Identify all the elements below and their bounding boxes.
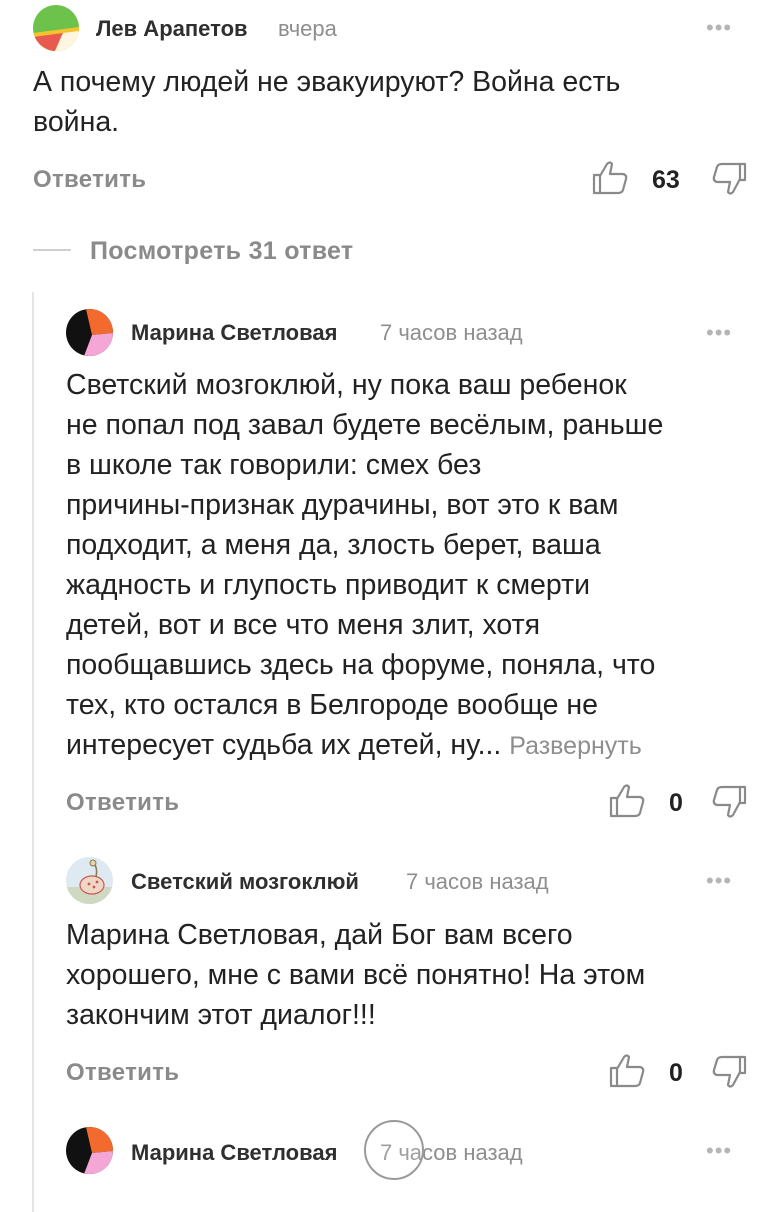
comment-time: 7 часов назад <box>380 320 523 345</box>
more-options-icon[interactable]: ••• <box>706 868 732 894</box>
comment-line-text: интересует судьба их детей, ну... <box>66 729 502 761</box>
comment-line: пообщавшись здесь на форуме, поняла, что <box>66 649 656 681</box>
author-name[interactable]: Светский мозгоклюй <box>131 869 359 895</box>
comment-text: А почему людей не эвакуируют? Война есть… <box>33 62 620 142</box>
avatar-marina-icon <box>66 1127 113 1174</box>
avatar-lev-icon <box>33 5 79 51</box>
thumbs-down-icon[interactable] <box>712 785 748 821</box>
thread-line <box>32 292 34 1212</box>
author-name[interactable]: Марина Светловая <box>131 320 337 346</box>
avatar[interactable] <box>33 5 79 51</box>
avatar[interactable] <box>66 1127 113 1174</box>
more-options-icon[interactable]: ••• <box>706 1138 732 1164</box>
comment-line: детей, вот и все что меня злит, хотя <box>66 609 541 641</box>
divider <box>33 249 71 251</box>
more-options-icon[interactable]: ••• <box>706 15 732 41</box>
author-name[interactable]: Марина Светловая <box>131 1140 337 1166</box>
comment-line: война. <box>33 106 120 138</box>
comment-time: 7 часов назад <box>406 869 549 894</box>
reply-button[interactable]: Ответить <box>33 166 146 194</box>
reply-button[interactable]: Ответить <box>66 1059 179 1087</box>
more-options-icon[interactable]: ••• <box>706 320 732 346</box>
author-name[interactable]: Лев Арапетов <box>96 16 248 42</box>
comment-text: Светский мозгоклюй, ну пока ваш ребенок … <box>66 365 663 766</box>
likes-count: 0 <box>669 789 683 817</box>
thumbs-down-icon[interactable] <box>712 1055 748 1091</box>
view-replies-link[interactable]: Посмотреть 31 ответ <box>90 237 353 266</box>
thumbs-up-icon[interactable] <box>591 158 629 196</box>
comment-text: Марина Светловая, дай Бог вам всего хоро… <box>66 915 645 1035</box>
avatar-marina-icon <box>66 309 113 356</box>
avatar[interactable] <box>66 309 113 356</box>
avatar[interactable] <box>66 857 113 904</box>
likes-count: 0 <box>669 1059 683 1087</box>
comment-line: Марина Светловая, дай Бог вам всего <box>66 919 573 951</box>
comment-line: А почему людей не эвакуируют? Война есть <box>33 66 621 98</box>
likes-count: 63 <box>652 166 680 194</box>
comment-time: вчера <box>278 16 337 41</box>
thumbs-up-icon[interactable] <box>608 1051 646 1089</box>
thumbs-up-icon[interactable] <box>608 781 646 819</box>
comment-line: закончим этот диалог!!! <box>66 999 376 1031</box>
comment-line: тех, кто остался в Белгороде вообще не <box>66 689 598 721</box>
comment-line: причины-признак дурачины, вот это к вам <box>66 489 619 521</box>
reply-button[interactable]: Ответить <box>66 789 179 817</box>
comment-line: интересует судьба их детей, ну... Развер… <box>66 725 663 766</box>
comment-line: жадность и глупость приводит к смерти <box>66 569 591 601</box>
comment-line: Светский мозгоклюй, ну пока ваш ребенок <box>66 369 627 401</box>
thumbs-down-icon[interactable] <box>712 162 748 198</box>
comment-line: не попал под завал будете весёлым, раньш… <box>66 409 664 441</box>
avatar-bird-icon <box>66 857 113 904</box>
touch-indicator <box>364 1120 424 1180</box>
comment-line: в школе так говорили: смех без <box>66 449 482 481</box>
expand-link[interactable]: Развернуть <box>509 732 642 760</box>
comment-line: хорошего, мне с вами всё понятно! На это… <box>66 959 646 991</box>
comment-line: подходит, а меня да, злость берет, ваша <box>66 529 601 561</box>
